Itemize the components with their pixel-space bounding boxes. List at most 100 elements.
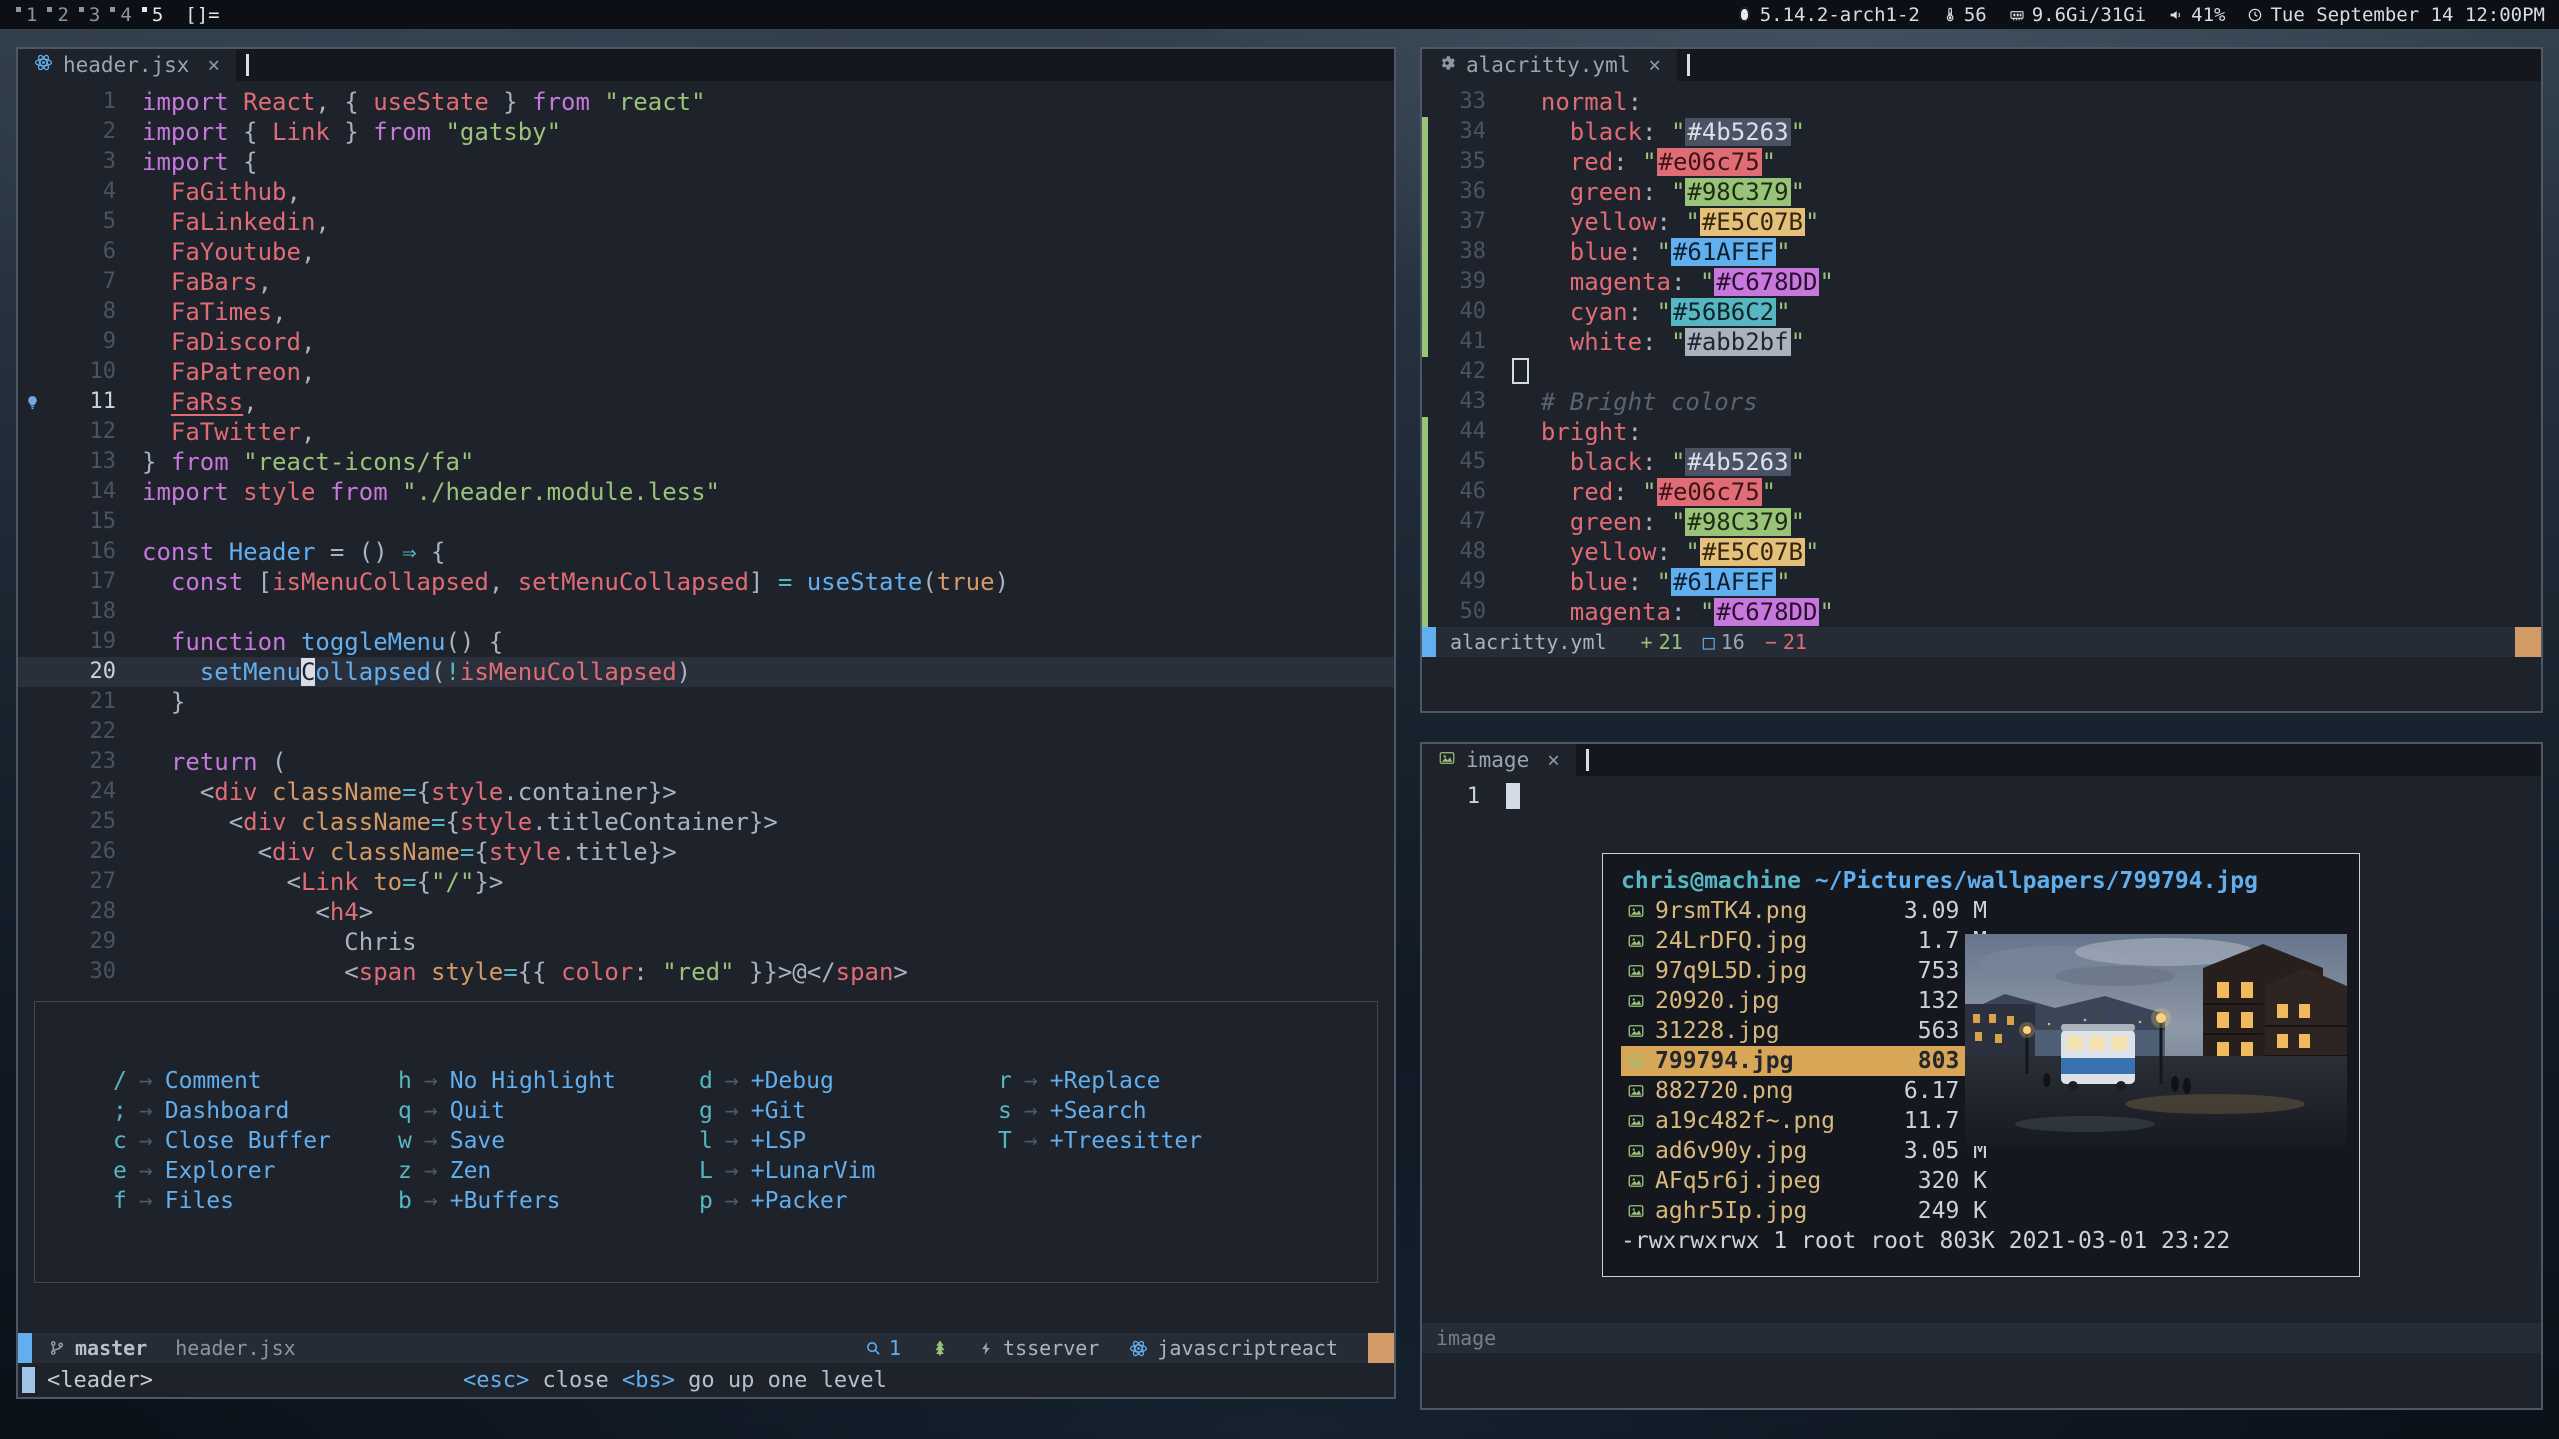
workspace-tag-5[interactable]: 5 — [140, 4, 171, 26]
code-line[interactable]: 4 FaGithub, — [18, 177, 1394, 207]
code-line[interactable]: 48 yellow: "#E5C07B" — [1422, 537, 2541, 567]
file-row[interactable]: 20920.jpg132 K — [1621, 986, 1993, 1016]
code-line[interactable]: 12 FaTwitter, — [18, 417, 1394, 447]
file-row[interactable]: AFq5r6j.jpeg320 K — [1621, 1166, 1993, 1196]
whichkey-item[interactable]: b→+Buffers — [398, 1186, 699, 1216]
close-icon[interactable]: × — [1648, 53, 1661, 77]
code-line[interactable]: 47 green: "#98C379" — [1422, 507, 2541, 537]
whichkey-item[interactable]: L→+LunarVim — [699, 1156, 998, 1186]
code-line[interactable]: 28 <h4> — [18, 897, 1394, 927]
code-line[interactable]: 44 bright: — [1422, 417, 2541, 447]
code-line[interactable]: 20 setMenuCollapsed(!isMenuCollapsed) — [18, 657, 1394, 687]
code-area[interactable]: 33 normal:34 black: "#4b5263"35 red: "#e… — [1422, 81, 2541, 627]
workspace-tag-3[interactable]: 3 — [77, 4, 108, 26]
tab-alacritty-yml[interactable]: alacritty.yml × — [1422, 49, 1677, 81]
workspace-tag-2[interactable]: 2 — [45, 4, 76, 26]
code-line[interactable]: 34 black: "#4b5263" — [1422, 117, 2541, 147]
code-line[interactable]: 27 <Link to={"/"}> — [18, 867, 1394, 897]
code-line[interactable]: 7 FaBars, — [18, 267, 1394, 297]
token: div — [243, 808, 286, 836]
code-line[interactable]: 33 normal: — [1422, 87, 2541, 117]
code-line[interactable]: 30 <span style={{ color: "red" }}>@</spa… — [18, 957, 1394, 987]
code-line[interactable]: 38 blue: "#61AFEF" — [1422, 237, 2541, 267]
whichkey-item[interactable]: f→Files — [113, 1186, 398, 1216]
file-row[interactable]: 97q9L5D.jpg753 K — [1621, 956, 1993, 986]
file-row[interactable]: aghr5Ip.jpg249 K — [1621, 1196, 1993, 1226]
whichkey-item[interactable]: s→+Search — [998, 1096, 1377, 1126]
code-line[interactable]: 13} from "react-icons/fa" — [18, 447, 1394, 477]
code-line[interactable]: 1 — [1422, 782, 2541, 812]
code-area[interactable]: 1import React, { useState } from "react"… — [18, 81, 1394, 987]
code-line[interactable]: 11 FaRss, — [18, 387, 1394, 417]
whichkey-item[interactable]: r→+Replace — [998, 1066, 1377, 1096]
whichkey-item[interactable]: e→Explorer — [113, 1156, 398, 1186]
whichkey-item[interactable]: h→No Highlight — [398, 1066, 699, 1096]
code-line[interactable]: 15 — [18, 507, 1394, 537]
token: useState — [807, 568, 923, 596]
workspace-tag-1[interactable]: 1 — [14, 4, 45, 26]
workspace-tag-4[interactable]: 4 — [108, 4, 139, 26]
close-icon[interactable]: × — [1547, 748, 1560, 772]
code-line[interactable]: 22 — [18, 717, 1394, 747]
token: = — [431, 808, 445, 836]
whichkey-item[interactable]: g→+Git — [699, 1096, 998, 1126]
scroll-indicator[interactable] — [1368, 1333, 1394, 1363]
code-line[interactable]: 3import { — [18, 147, 1394, 177]
file-row[interactable]: 882720.png6.17 M — [1621, 1076, 1993, 1106]
code-line[interactable]: 25 <div className={style.titleContainer}… — [18, 807, 1394, 837]
code-line[interactable]: 21 } — [18, 687, 1394, 717]
file-row[interactable]: a19c482f~.png11.7 M — [1621, 1106, 1993, 1136]
file-row[interactable]: ad6v90y.jpg3.05 M — [1621, 1136, 1993, 1166]
whichkey-item[interactable]: d→+Debug — [699, 1066, 998, 1096]
code-line[interactable]: 24 <div className={style.container}> — [18, 777, 1394, 807]
code-line[interactable]: 2import { Link } from "gatsby" — [18, 117, 1394, 147]
code-line[interactable]: 5 FaLinkedin, — [18, 207, 1394, 237]
whichkey-item[interactable]: ;→Dashboard — [113, 1096, 398, 1126]
code-line[interactable]: 18 — [18, 597, 1394, 627]
code-area[interactable]: 1 — [1422, 776, 2541, 812]
code-line[interactable]: 41 white: "#abb2bf" — [1422, 327, 2541, 357]
file-row[interactable]: 799794.jpg803 K — [1621, 1046, 1993, 1076]
whichkey-item[interactable]: T→+Treesitter — [998, 1126, 1377, 1156]
whichkey-item[interactable]: z→Zen — [398, 1156, 699, 1186]
code-line[interactable]: 49 blue: "#61AFEF" — [1422, 567, 2541, 597]
tab-image[interactable]: image × — [1422, 744, 1576, 776]
code-line[interactable]: 6 FaYoutube, — [18, 237, 1394, 267]
whichkey-item[interactable]: p→+Packer — [699, 1186, 998, 1216]
code-line[interactable]: 19 function toggleMenu() { — [18, 627, 1394, 657]
code-line[interactable]: 9 FaDiscord, — [18, 327, 1394, 357]
code-line[interactable]: 39 magenta: "#C678DD" — [1422, 267, 2541, 297]
layout-indicator[interactable]: []= — [185, 4, 219, 26]
code-line[interactable]: 46 red: "#e06c75" — [1422, 477, 2541, 507]
code-line[interactable]: 40 cyan: "#56B6C2" — [1422, 297, 2541, 327]
file-row[interactable]: 31228.jpg563 K — [1621, 1016, 1993, 1046]
code-line[interactable]: 37 yellow: "#E5C07B" — [1422, 207, 2541, 237]
code-line[interactable]: 8 FaTimes, — [18, 297, 1394, 327]
whichkey-item[interactable]: /→Comment — [113, 1066, 398, 1096]
code-line[interactable]: 50 magenta: "#C678DD" — [1422, 597, 2541, 627]
file-row[interactable]: 24LrDFQ.jpg1.7 M — [1621, 926, 1993, 956]
whichkey-item[interactable]: c→Close Buffer — [113, 1126, 398, 1156]
code-line[interactable]: 42 — [1422, 357, 2541, 387]
code-line[interactable]: 16const Header = () ⇒ { — [18, 537, 1394, 567]
code-line[interactable]: 43 # Bright colors — [1422, 387, 2541, 417]
command-line[interactable]: <leader> <esc> close <bs> go up one leve… — [18, 1365, 1394, 1395]
code-line[interactable]: 10 FaPatreon, — [18, 357, 1394, 387]
code-line[interactable]: 1import React, { useState } from "react" — [18, 87, 1394, 117]
code-line[interactable]: 36 green: "#98C379" — [1422, 177, 2541, 207]
tab-header-jsx[interactable]: header.jsx × — [18, 49, 236, 81]
whichkey-item[interactable]: l→+LSP — [699, 1126, 998, 1156]
code-line[interactable]: 45 black: "#4b5263" — [1422, 447, 2541, 477]
code-line[interactable]: 14import style from "./header.module.les… — [18, 477, 1394, 507]
whichkey-item[interactable]: w→Save — [398, 1126, 699, 1156]
code-line[interactable]: 17 const [isMenuCollapsed, setMenuCollap… — [18, 567, 1394, 597]
code-line[interactable]: 35 red: "#e06c75" — [1422, 147, 2541, 177]
file-row[interactable]: 9rsmTK4.png3.09 M — [1621, 896, 1993, 926]
code-line[interactable]: 23 return ( — [18, 747, 1394, 777]
code-line[interactable]: 29 Chris — [18, 927, 1394, 957]
whichkey-item[interactable]: q→Quit — [398, 1096, 699, 1126]
code-line[interactable]: 26 <div className={style.title}> — [18, 837, 1394, 867]
close-icon[interactable]: × — [207, 53, 220, 77]
scroll-indicator[interactable] — [2515, 627, 2541, 657]
clock-icon — [2247, 7, 2263, 23]
